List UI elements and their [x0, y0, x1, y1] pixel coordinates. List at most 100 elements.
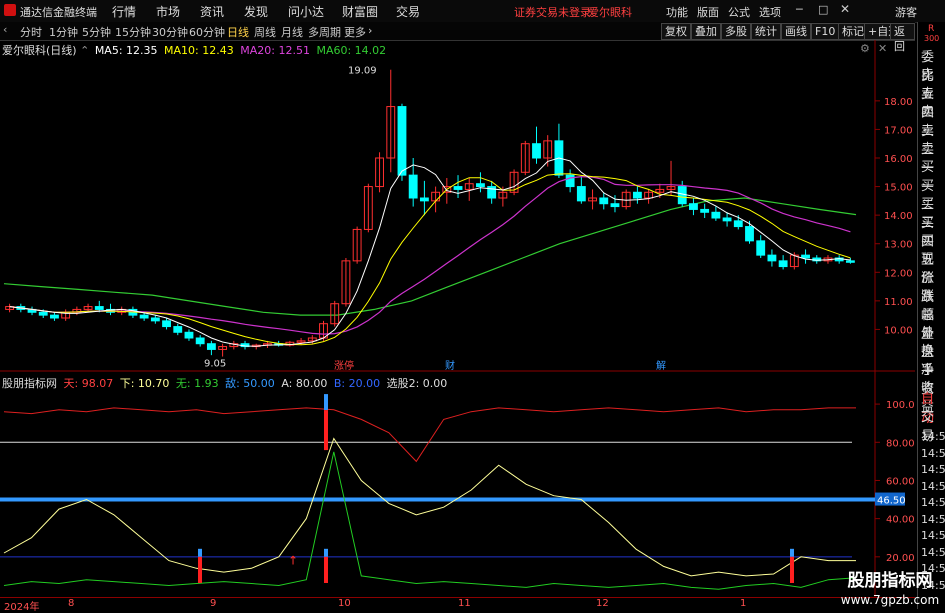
tab-more[interactable]: 更多: [344, 24, 366, 40]
candle-body: [453, 186, 463, 190]
guest-label[interactable]: 游客: [895, 4, 917, 20]
tab-15min[interactable]: 15分钟: [115, 24, 151, 40]
return-button[interactable]: 返回: [890, 23, 915, 53]
maximize-icon[interactable]: □: [818, 3, 828, 16]
minimize-icon[interactable]: ─: [796, 3, 803, 16]
candle-body: [565, 174, 575, 188]
x-tick-1: 1: [740, 598, 747, 609]
candle-body: [778, 260, 788, 268]
candle-body: [50, 314, 59, 319]
xia-line: [3, 437, 856, 577]
menu-wealth[interactable]: 财富圈: [342, 3, 378, 20]
candle-body: [195, 337, 205, 345]
side-time-6: 14:56: [921, 529, 945, 542]
menu-layout[interactable]: 版面: [697, 4, 719, 20]
menu-formula[interactable]: 公式: [728, 4, 750, 20]
back-arrow-icon[interactable]: ‹: [3, 23, 7, 36]
menu-quotes[interactable]: 行情: [112, 3, 136, 20]
signal-bar-top: [198, 548, 202, 557]
x-tick-11: 11: [458, 598, 471, 609]
price-tick-label: 11.00: [884, 297, 913, 308]
f10-button[interactable]: F10: [811, 23, 840, 40]
candle-body: [150, 317, 160, 322]
app-name: 通达信金融终端: [20, 6, 97, 19]
side-time-0: 14:56: [921, 430, 945, 443]
x-tick-year: 2024年: [4, 602, 40, 613]
x-tick-8: 8: [68, 598, 75, 609]
menu-options[interactable]: 选项: [759, 4, 781, 20]
menu-trade[interactable]: 交易: [396, 3, 420, 20]
candle-body: [711, 211, 721, 219]
candle-body: [419, 197, 429, 202]
price-tick-label: 12.00: [884, 268, 913, 279]
app-logo-icon: [4, 4, 16, 16]
side-time-2: 14:56: [921, 463, 945, 476]
current-stock-name: 爱尔眼科: [588, 6, 632, 19]
candle-body: [677, 186, 687, 205]
candle-body: [599, 197, 609, 205]
candle-body: [632, 191, 642, 199]
candle-body: [745, 226, 754, 242]
candle-body: [408, 174, 418, 199]
event-marker: 财: [445, 359, 455, 372]
ma5-line: [9, 157, 851, 347]
tab-intraday[interactable]: 分时: [20, 24, 42, 40]
r-number: 300: [924, 34, 940, 43]
candle-body: [397, 106, 407, 176]
candle-body: [845, 260, 855, 263]
menu-function[interactable]: 功能: [666, 4, 688, 20]
ma60-line: [3, 197, 857, 316]
more-chevron-icon[interactable]: ›: [368, 24, 372, 37]
ind-tick-label: 80.00: [886, 438, 915, 449]
watermark: 股朋指标网 www.7gpzb.com: [835, 566, 945, 609]
up-arrow-icon: ↑: [288, 554, 298, 568]
price-tick-label: 14.00: [884, 211, 913, 222]
menu-news[interactable]: 资讯: [200, 3, 224, 20]
low-label: 9.05: [204, 359, 226, 370]
menu-market[interactable]: 市场: [156, 3, 180, 20]
peak-bar-top: [324, 394, 328, 411]
high-label: 19.09: [348, 66, 377, 77]
peak-bar: [324, 410, 328, 451]
signal-bar: [790, 556, 794, 583]
event-marker: 涨停: [334, 359, 354, 372]
tab-1min[interactable]: 1分钟: [49, 24, 78, 40]
tab-60min[interactable]: 60分钟: [189, 24, 225, 40]
tab-monthly[interactable]: 月线: [281, 24, 303, 40]
multi-stock-button[interactable]: 多股: [721, 23, 751, 40]
tab-multi-period[interactable]: 多周期: [308, 24, 341, 40]
candle-body: [722, 217, 732, 222]
candle-body: [38, 311, 48, 316]
overlay-button[interactable]: 叠加: [691, 23, 721, 40]
signal-bar-top: [790, 548, 794, 557]
tab-30min[interactable]: 30分钟: [152, 24, 188, 40]
candle-body: [532, 143, 541, 159]
menu-discover[interactable]: 发现: [244, 3, 268, 20]
draw-line-button[interactable]: 画线: [781, 23, 811, 40]
menu-ask[interactable]: 问小达: [288, 3, 324, 20]
x-tick-12: 12: [596, 598, 609, 609]
x-tick-9: 9: [210, 598, 217, 609]
tab-daily[interactable]: 日线: [227, 24, 249, 40]
tab-5min[interactable]: 5分钟: [82, 24, 111, 40]
close-icon[interactable]: ✕: [840, 2, 850, 16]
candle-body: [700, 208, 710, 213]
signal-bar: [324, 556, 328, 583]
candle-body: [206, 343, 216, 350]
candle-body: [756, 240, 766, 256]
wu-line: [3, 451, 857, 590]
watermark-url: www.7gpzb.com: [840, 593, 940, 607]
adjust-button[interactable]: 复权: [661, 23, 691, 40]
title-bar: 通达信金融终端 行情 市场 资讯 发现 问小达 财富圈 交易 证券交易未登录 爱…: [0, 0, 945, 23]
side-time-5: 14:56: [921, 512, 945, 526]
kline-chart[interactable]: ↑ 18.00 17.00 16.00 15.00 14.00 13.00 12.00 11.…: [0, 40, 915, 597]
trade-login-notice[interactable]: 证券交易未登录: [514, 4, 591, 20]
ind-tick-label: 60.00: [886, 476, 915, 487]
statistics-button[interactable]: 统计: [751, 23, 781, 40]
tab-weekly[interactable]: 周线: [254, 24, 276, 40]
side-time-4: 14:56: [921, 496, 945, 509]
tian-line: [3, 407, 856, 463]
candle-body: [184, 331, 194, 339]
signal-bar: [198, 556, 202, 583]
price-tick-label: 16.00: [884, 154, 913, 165]
